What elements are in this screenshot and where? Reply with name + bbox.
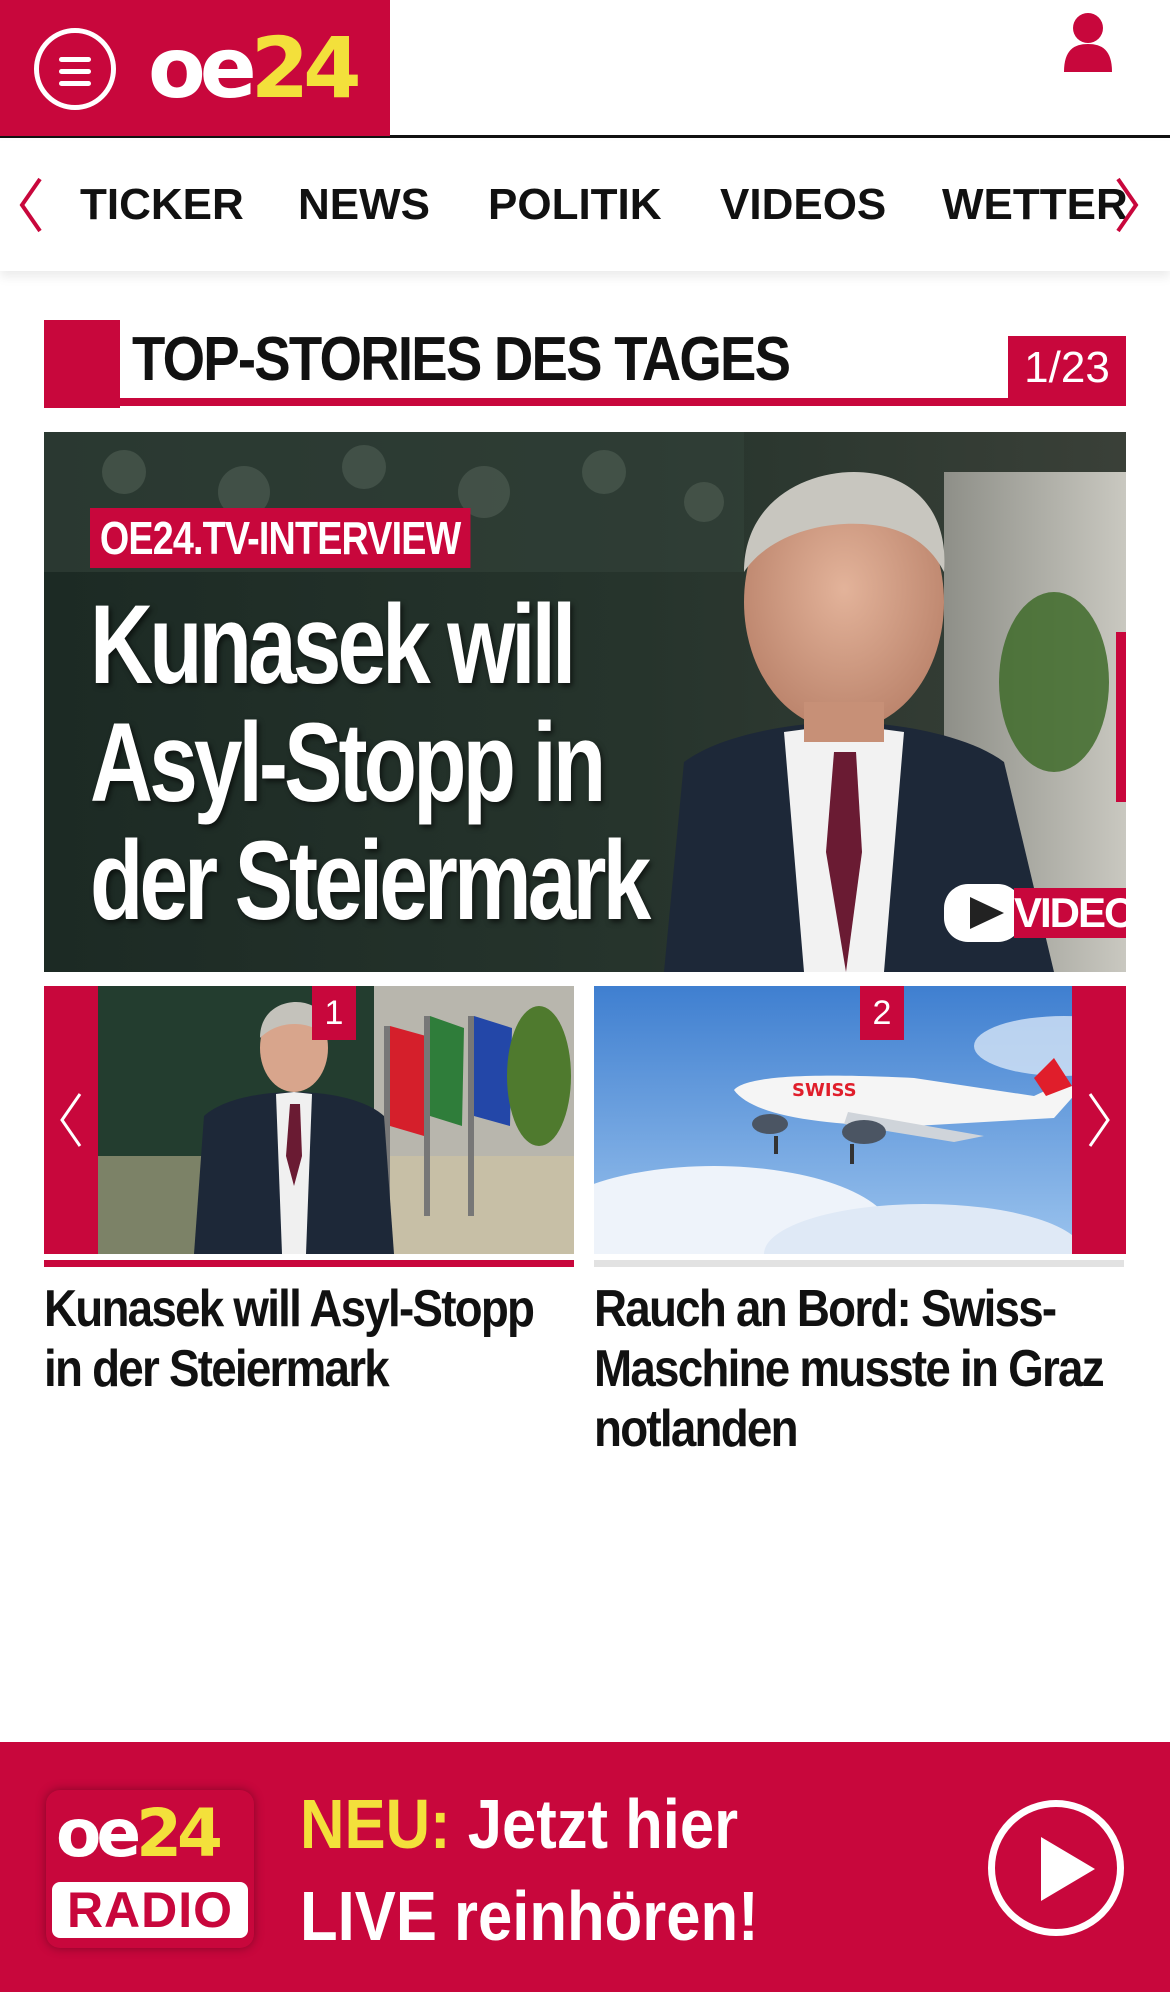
section-underline (44, 398, 1126, 406)
nav-item-politik[interactable]: POLITIK (488, 179, 662, 231)
teaser-card[interactable]: SWISS 2 Rauch an Bord: Swiss-Maschine mu… (594, 986, 1124, 1459)
hero-tag: OE24.TV-INTERVIEW (90, 508, 471, 568)
teaser-bar (594, 1260, 1124, 1267)
teaser-title[interactable]: Rauch an Bord: Swiss-Maschine musste in … (594, 1279, 1122, 1459)
hero-story[interactable]: OE24.TV-INTERVIEW Kunasek will Asyl-Stop… (44, 432, 1126, 972)
hero-headline-line: Asyl-Stopp in (90, 700, 606, 825)
teaser-image: 1 (44, 986, 574, 1254)
svg-text:SWISS: SWISS (792, 1080, 857, 1101)
video-badge[interactable]: VIDEO (944, 884, 1126, 942)
story-counter: 1/23 (1008, 336, 1126, 400)
play-icon (944, 884, 1022, 942)
radio-line2: LIVE reinhören! (300, 1877, 759, 1955)
teaser-number: 1 (312, 986, 356, 1040)
user-icon[interactable] (1062, 12, 1114, 72)
logo-oe: oe (148, 19, 257, 117)
teaser-card[interactable]: 1 Kunasek will Asyl-Stopp in der Steierm… (44, 986, 574, 1399)
nav-item-videos[interactable]: VIDEOS (720, 179, 886, 231)
chevron-right-icon[interactable] (1112, 175, 1142, 235)
section-header: TOP-STORIES DES TAGES 1/23 (44, 320, 1126, 408)
hero-headline[interactable]: Kunasek will Asyl-Stopp in der Steiermar… (90, 586, 730, 940)
radio-neu-label: NEU: (300, 1785, 451, 1863)
section-title: TOP-STORIES DES TAGES (132, 325, 791, 394)
carousel-next-button[interactable] (1072, 986, 1126, 1254)
hero-headline-line: Kunasek will (90, 582, 576, 707)
teaser-title[interactable]: Kunasek will Asyl-Stopp in der Steiermar… (44, 1279, 572, 1399)
brand-block: oe24 (0, 0, 390, 136)
chevron-left-icon[interactable] (16, 175, 46, 235)
radio-line1: Jetzt hier (450, 1785, 739, 1863)
radio-logo-oe: oe (56, 1795, 141, 1872)
video-label: VIDEO (1014, 888, 1126, 938)
hero-headline-line: der Steiermark (90, 818, 651, 943)
chevron-left-icon (60, 1093, 82, 1147)
nav-item-news[interactable]: NEWS (298, 179, 430, 231)
radio-logo-24: 24 (136, 1795, 223, 1872)
radio-cta-text: NEU: Jetzt hier LIVE reinhören! (300, 1778, 759, 1962)
teaser-active-bar (44, 1260, 574, 1267)
site-logo[interactable]: oe24 (148, 19, 362, 117)
chevron-right-icon (1088, 1093, 1110, 1147)
teaser-image: SWISS 2 (594, 986, 1124, 1254)
logo-24: 24 (250, 19, 362, 117)
carousel-prev-button[interactable] (44, 986, 98, 1254)
hamburger-menu-icon[interactable] (34, 28, 116, 110)
play-icon[interactable] (988, 1800, 1124, 1936)
radio-banner[interactable]: oe24 RADIO NEU: Jetzt hier LIVE reinhöre… (0, 1742, 1170, 1992)
site-header: oe24 (0, 0, 1170, 138)
section-accent (44, 320, 120, 408)
teaser-number: 2 (860, 986, 904, 1040)
radio-logo: oe24 RADIO (46, 1790, 254, 1948)
category-nav: TICKER NEWS POLITIK VIDEOS WETTER (0, 141, 1170, 271)
nav-item-ticker[interactable]: TICKER (80, 179, 244, 231)
radio-logo-label: RADIO (52, 1882, 248, 1938)
nav-item-wetter[interactable]: WETTER (942, 179, 1128, 231)
